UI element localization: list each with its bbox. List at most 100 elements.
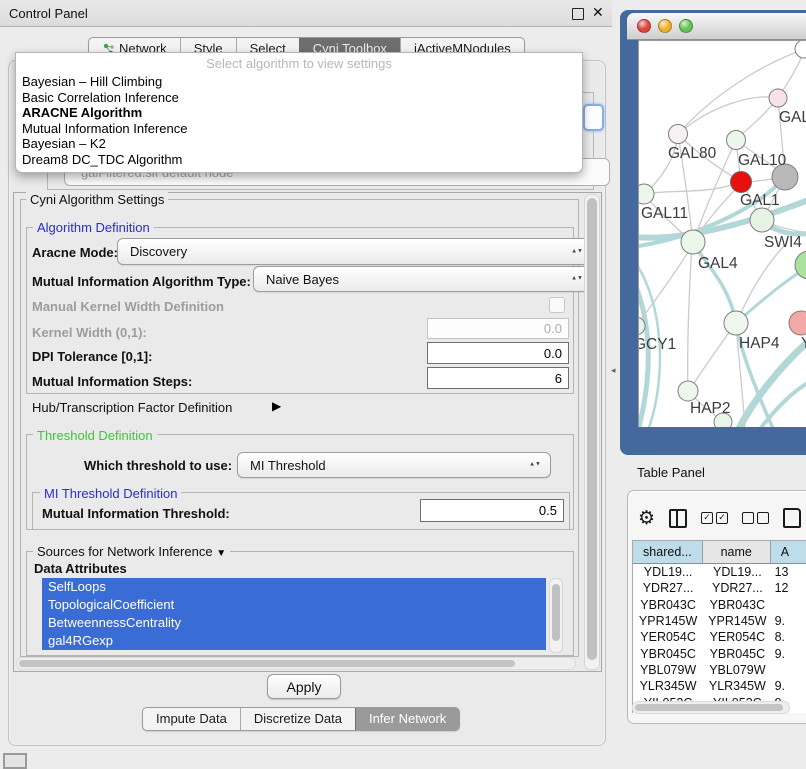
table-cell: YDL19... [703,564,771,580]
mi-algorithm-type-combo[interactable]: Naive Bayes ▲▼ [253,266,593,292]
table-horizontal-scrollbar[interactable] [632,701,790,714]
data-attribute-item[interactable]: SelfLoops [42,578,546,596]
gear-icon[interactable]: ⚙ [638,509,655,528]
algorithm-option[interactable]: Basic Correlation Inference [21,90,577,106]
node-label-HAP2: HAP2 [690,400,731,417]
scrollbar-thumb[interactable] [587,198,597,660]
close-panel-icon[interactable]: ✕ [592,4,604,21]
dock-mini-icon[interactable] [3,753,27,769]
data-attribute-item[interactable]: gal4RGexp [42,632,546,650]
data-attribute-item[interactable]: TopologicalCoefficient [42,596,546,614]
table-row[interactable]: YER054CYER054C8. [633,629,806,645]
document-icon[interactable] [783,508,801,528]
split-view-icon[interactable] [669,509,687,528]
settings-vertical-scrollbar[interactable] [584,194,600,670]
tab-infer-network[interactable]: Infer Network [355,708,459,730]
window-zoom-icon[interactable] [679,19,693,33]
window-close-icon[interactable] [637,19,651,33]
which-threshold-combo[interactable]: MI Threshold ▲▼ [237,452,551,478]
manual-kernel-checkbox[interactable] [549,297,565,313]
table-row[interactable]: YBL079WYBL079W [633,662,806,678]
table-row[interactable]: YLR345WYLR345W9. [633,678,806,694]
table-cell: YBL079W [703,662,771,678]
network-edge[interactable] [737,243,787,322]
mi-threshold-field[interactable]: 0.5 [420,499,564,522]
node-GAL80[interactable] [669,125,688,144]
network-edge[interactable] [688,244,692,390]
stepper-icon: ▲▼ [529,463,541,468]
data-attribute-item[interactable]: BetweennessCentrality [42,614,546,632]
algorithm-option[interactable]: ARACNE Algorithm [21,105,577,121]
network-window-titlebar[interactable] [627,13,806,40]
table-cell: YBR045C [703,645,771,661]
table-row[interactable]: YBR043CYBR043C [633,597,806,613]
node-GAL10[interactable] [727,131,746,150]
deselect-all-columns-icon[interactable] [742,512,769,524]
expand-arrow-icon[interactable]: ▶ [272,399,281,413]
network-canvas[interactable]: GALGAL80GAL10GAL1GAL11GAL4SWI4GCY1HAP4YH… [638,40,806,427]
tab-impute-data[interactable]: Impute Data [143,708,240,730]
kernel-width-field[interactable]: 0.0 [427,318,569,339]
algorithm-option[interactable]: Mutual Information Inference [21,121,577,137]
table-row[interactable]: YDL19...YDL19...13 [633,564,806,580]
node-label-GAL11: GAL11 [641,205,688,222]
algorithm-option[interactable]: Dream8 DC_TDC Algorithm [21,152,577,168]
network-edge[interactable] [645,182,740,194]
collapse-arrow-icon[interactable]: ▼ [216,548,226,559]
control-panel-titlebar: Control Panel [0,0,612,27]
algorithm-combo-focus-edge[interactable] [583,104,604,131]
column-header-shared-name[interactable]: shared... [633,541,703,563]
settings-horizontal-scrollbar[interactable] [16,657,576,670]
table-cell: YDL19... [633,564,703,580]
node-GAL4[interactable] [681,230,705,254]
window-minimize-icon[interactable] [658,19,672,33]
node-unlabeled-top[interactable] [795,41,806,58]
algorithm-dropdown: Select algorithm to view settings Bayesi… [15,52,583,173]
table-cell [772,662,806,678]
algorithm-option[interactable]: Bayesian – K2 [21,136,577,152]
threshold-definition-title: Threshold Definition [33,428,157,443]
split-collapse-arrow-icon[interactable]: ◂ [611,365,616,376]
node-label-Y: Y [801,335,806,352]
node-gal-top[interactable] [769,89,787,107]
node-SWI4[interactable] [750,208,774,232]
mi-threshold-label: Mutual Information Threshold: [42,506,230,521]
network-edge[interactable] [645,134,678,193]
dpi-tolerance-field[interactable]: 0.0 [427,342,569,364]
which-threshold-label: Which threshold to use: [84,458,232,473]
table-cell: YBL079W [633,662,703,678]
table-row[interactable]: YBR045CYBR045C9. [633,645,806,661]
table-cell: 13 [772,564,806,580]
control-panel-title: Control Panel [0,6,88,21]
select-all-columns-icon[interactable]: ✓✓ [701,512,728,524]
node-HAP2[interactable] [678,381,698,401]
aracne-mode-combo[interactable]: Discovery ▲▼ [117,238,593,265]
scrollbar-thumb[interactable] [19,660,515,667]
table-cell: 9. [772,613,806,629]
scrollbar-thumb[interactable] [552,584,560,641]
node-salmon[interactable] [789,311,806,335]
column-header-clipped[interactable]: A [771,541,806,563]
dpi-tolerance-label: DPI Tolerance [0,1]: [32,349,152,364]
node-GAL11[interactable] [639,184,654,204]
stepper-icon: ▲▼ [571,277,583,282]
table-panel-toolbar: ⚙ ✓✓ [638,504,806,532]
attributes-vertical-scrollbar[interactable] [549,578,563,653]
scrollbar-thumb[interactable] [635,704,783,711]
node-HAP4[interactable] [724,311,748,335]
network-edge[interactable] [690,324,735,390]
float-window-icon[interactable] [572,8,584,20]
node-label-GCY1: GCY1 [639,336,676,353]
table-row[interactable]: YPR145WYPR145W9. [633,613,806,629]
apply-button[interactable]: Apply [267,674,341,699]
sources-group-title: Sources for Network Inference ▼ [33,544,230,559]
column-header-name[interactable]: name [703,541,771,563]
algorithm-dropdown-prompt: Select algorithm to view settings [16,56,582,71]
node-GAL1[interactable] [731,172,752,193]
table-row[interactable]: YDR27...YDR27...12 [633,580,806,596]
network-edge[interactable] [639,279,648,427]
algorithm-option[interactable]: Bayesian – Hill Climbing [21,74,577,90]
mi-steps-field[interactable]: 6 [427,367,569,389]
network-graph: GALGAL80GAL10GAL1GAL11GAL4SWI4GCY1HAP4YH… [639,41,806,427]
tab-discretize-data[interactable]: Discretize Data [240,708,355,730]
